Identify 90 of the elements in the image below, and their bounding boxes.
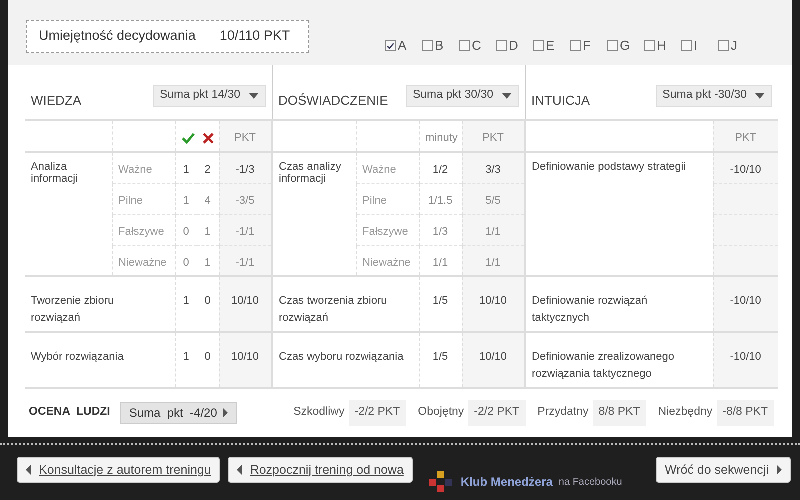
table-cell: 1/1: [462, 245, 526, 276]
table-cell: 1/1: [462, 214, 526, 245]
caret-icon: [26, 465, 31, 475]
filter-checkbox[interactable]: [385, 40, 396, 51]
caret-icon: [248, 93, 258, 99]
category-value: -8/8 PKT: [716, 400, 774, 426]
filter-checkbox[interactable]: [607, 40, 618, 51]
category-label: Szkodliwy: [294, 405, 345, 420]
table-cell: 1: [175, 276, 197, 332]
filter-label: J: [731, 36, 738, 55]
category-value: 8/8 PKT: [592, 400, 646, 426]
table-cell: 1: [175, 183, 197, 214]
filter-checkbox[interactable]: [496, 40, 507, 51]
table-cell: Ważne: [356, 152, 419, 183]
category-label: Przydatny: [538, 405, 589, 420]
club-name: Klub Menedżera: [460, 474, 553, 491]
filter-checkbox[interactable]: [681, 40, 692, 51]
table-cell: Fałszywe: [356, 214, 419, 245]
caret-icon: [755, 93, 766, 99]
table-cell: 5/5: [462, 183, 526, 214]
filter-label: I: [694, 36, 698, 55]
row-label: Wybór rozwiązania: [25, 332, 175, 387]
skill-label: Umiejętność decydowania: [39, 27, 196, 46]
club-suffix: na Facebooku: [558, 476, 622, 490]
column-header: PKT: [462, 120, 526, 152]
table-cell: Nieważne: [356, 245, 419, 276]
table-cell: 0: [175, 214, 197, 245]
table-cell: -1/1: [219, 245, 272, 276]
row-label: Czas tworzenia zbioru rozwiązań: [272, 276, 419, 332]
table-cell: Pilne: [112, 183, 175, 214]
filter-label: E: [546, 36, 555, 55]
category-value: -2/2 PKT: [468, 400, 526, 426]
cross-icon: [203, 132, 214, 144]
section-title: INTUICJA: [532, 92, 590, 110]
filter-checkbox[interactable]: [570, 40, 581, 51]
filter-label: C: [472, 36, 482, 55]
check-icon: [182, 132, 194, 144]
row-label: Analiza informacji: [25, 152, 112, 276]
caret-icon: [777, 465, 782, 475]
category-label: Obojętny: [418, 405, 464, 420]
table-cell: -10/10: [713, 276, 778, 332]
filter-checkbox[interactable]: [459, 40, 470, 51]
table-cell: -1/3: [219, 152, 272, 183]
sum-dropdown[interactable]: Suma pkt 30/30: [406, 85, 519, 107]
table-cell: -1/1: [219, 214, 272, 245]
section-title: OCENA LUDZI: [29, 405, 110, 420]
table-cell: -3/5: [219, 183, 272, 214]
table-cell: 1: [175, 332, 197, 387]
sum-button[interactable]: Suma pkt -4/20: [120, 402, 238, 424]
column-header: PKT: [219, 120, 272, 152]
logo-icon: [428, 471, 455, 493]
table-cell: 0: [175, 245, 197, 276]
table-cell: 10/10: [462, 276, 526, 332]
caret-icon: [237, 465, 242, 475]
category-label: Niezbędny: [658, 405, 713, 420]
filter-label: A: [398, 36, 407, 55]
section-title: DOŚWIADCZENIE: [278, 92, 388, 110]
filter-checkbox[interactable]: [533, 40, 544, 51]
table-cell: Fałszywe: [112, 214, 175, 245]
table-cell: 3/3: [462, 152, 526, 183]
nav-button[interactable]: Konsultacje z autorem treningu: [17, 457, 220, 483]
sum-dropdown[interactable]: Suma pkt 14/30: [152, 85, 266, 107]
table-cell: 10/10: [219, 332, 272, 387]
filter-label: H: [657, 36, 666, 55]
filter-label: D: [509, 36, 518, 55]
row-label: Czas wyboru rozwiązania: [272, 332, 419, 387]
row-label: Tworzenie zbioru rozwiązań: [25, 276, 175, 332]
table-cell: -10/10: [713, 152, 778, 183]
category-value: -2/2 PKT: [348, 400, 406, 426]
filter-label: B: [435, 36, 444, 55]
filter-checkbox[interactable]: [644, 40, 655, 51]
nav-button[interactable]: Wróć do sekwencji: [656, 457, 791, 483]
caret-icon: [223, 408, 228, 418]
table-cell: 10/10: [219, 276, 272, 332]
table-cell: 1: [175, 152, 197, 183]
caret-icon: [502, 93, 512, 99]
skill-score: 10/110 PKT: [220, 27, 290, 46]
table-cell: Pilne: [356, 183, 419, 214]
table-cell: -10/10: [713, 332, 778, 387]
filter-checkbox[interactable]: [422, 40, 433, 51]
table-cell: 10/10: [462, 332, 526, 387]
table-cell: Nieważne: [112, 245, 175, 276]
column-header: PKT: [713, 120, 778, 152]
filter-label: G: [620, 36, 630, 55]
sum-dropdown[interactable]: Suma pkt -30/30: [656, 85, 772, 107]
nav-button[interactable]: Rozpocznij trening od nowa: [228, 457, 413, 483]
filter-checkbox[interactable]: [718, 40, 729, 51]
filter-label: F: [583, 36, 591, 55]
table-cell: Ważne: [112, 152, 175, 183]
section-title: WIEDZA: [31, 92, 82, 110]
